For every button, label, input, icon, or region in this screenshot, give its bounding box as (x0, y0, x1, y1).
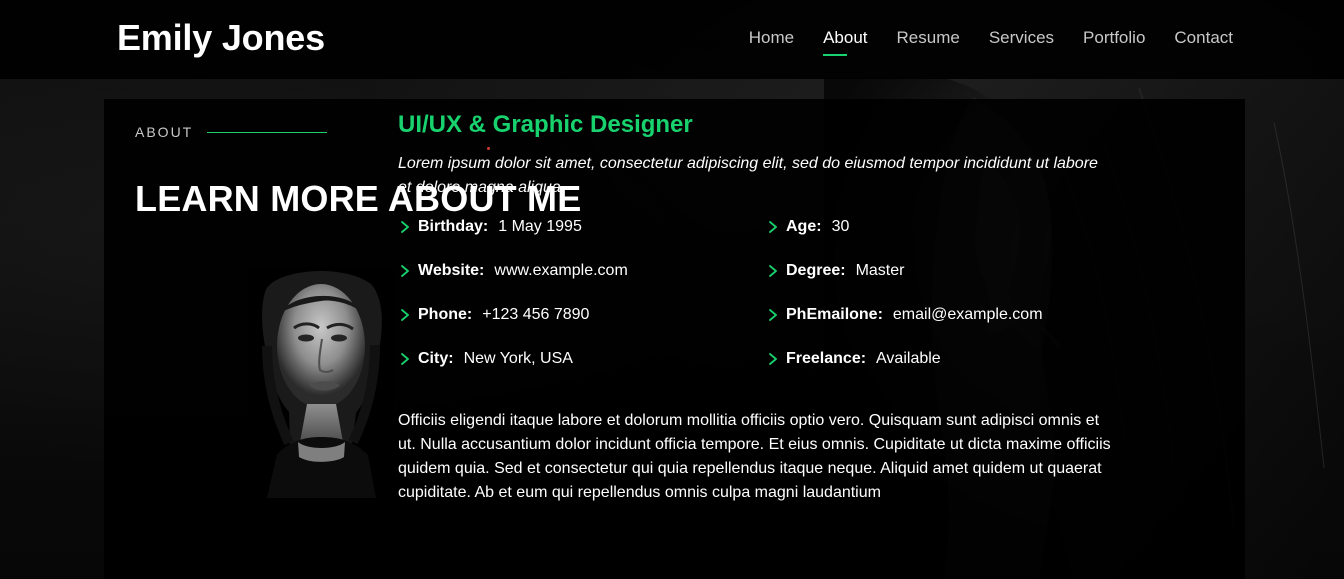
detail-label: Degree: (786, 262, 846, 279)
chevron-right-icon (766, 308, 780, 322)
detail-item-website: Website: www.example.com (398, 260, 628, 282)
section-label: ABOUT (135, 124, 328, 140)
detail-item-freelance: Freelance: Available (766, 348, 941, 370)
detail-label: Freelance: (786, 350, 867, 367)
detail-value: New York, USA (463, 350, 573, 367)
chevron-right-icon (398, 352, 412, 366)
detail-item-city: City: New York, USA (398, 348, 573, 370)
nav-about[interactable]: About (823, 28, 868, 56)
site-brand[interactable]: Emily Jones (117, 17, 325, 59)
section-label-line (207, 131, 328, 133)
nav-services[interactable]: Services (989, 28, 1054, 48)
detail-value: 1 May 1995 (498, 218, 582, 235)
detail-value: Available (876, 350, 941, 367)
chevron-right-icon (766, 264, 780, 278)
detail-label: Website: (418, 262, 485, 279)
chevron-right-icon (398, 220, 412, 234)
detail-item-degree: Degree: Master (766, 260, 904, 282)
chevron-right-icon (766, 352, 780, 366)
nav-home[interactable]: Home (749, 28, 794, 48)
about-paragraph: Officiis eligendi itaque labore et dolor… (398, 412, 1111, 501)
intro-text: Lorem ipsum dolor sit amet, consectetur … (398, 155, 1098, 196)
red-dot (487, 147, 490, 150)
nav-resume[interactable]: Resume (897, 28, 960, 48)
site-header: Emily Jones Home About Resume Services P… (0, 0, 1344, 79)
detail-value: 30 (831, 218, 850, 235)
detail-item-email: PhEmailone: email@example.com (766, 304, 1043, 326)
detail-label: City: (418, 350, 454, 367)
detail-item-birthday: Birthday: 1 May 1995 (398, 216, 582, 238)
chevron-right-icon (398, 264, 412, 278)
detail-label: Age: (786, 218, 822, 235)
about-content: UI/UX & Graphic Designer Lorem ipsum dol… (398, 109, 1118, 392)
chevron-right-icon (766, 220, 780, 234)
detail-value[interactable]: email@example.com (893, 304, 1043, 326)
detail-value[interactable]: www.example.com (494, 260, 627, 282)
detail-value: Master (855, 262, 905, 279)
section-label-text: ABOUT (135, 124, 194, 140)
detail-item-age: Age: 30 (766, 216, 849, 238)
detail-label: PhEmailone: (786, 306, 883, 323)
job-title: UI/UX & Graphic Designer (398, 111, 693, 138)
details-grid: Birthday: 1 May 1995 Website: www.exampl… (398, 216, 1098, 392)
detail-item-phone: Phone: +123 456 7890 (398, 304, 589, 326)
detail-value: +123 456 7890 (482, 306, 590, 323)
detail-label: Birthday: (418, 218, 489, 235)
nav-portfolio[interactable]: Portfolio (1083, 28, 1145, 48)
chevron-right-icon (398, 308, 412, 322)
detail-label: Phone: (418, 306, 473, 323)
nav-contact[interactable]: Contact (1174, 28, 1233, 48)
page: Emily Jones Home About Resume Services P… (0, 0, 1344, 579)
main-navigation: Home About Resume Services Portfolio Con… (749, 28, 1233, 56)
profile-photo (249, 266, 394, 498)
